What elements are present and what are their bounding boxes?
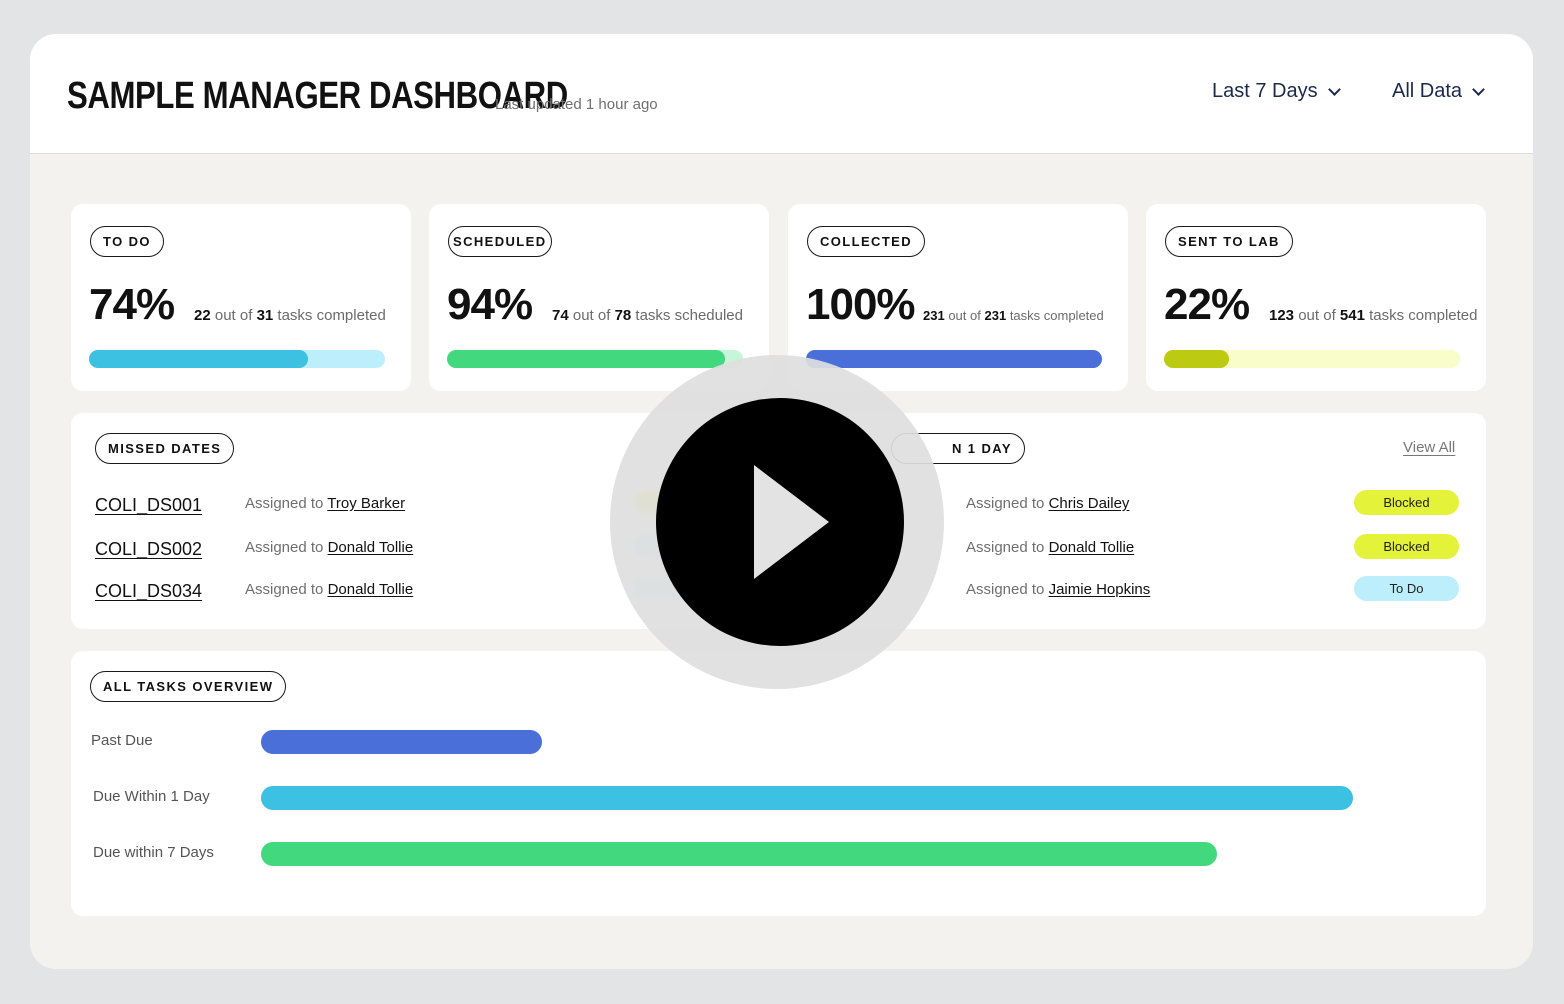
assignee-link[interactable]: Donald Tollie	[328, 539, 414, 556]
range-dropdown[interactable]: Last 7 Days	[1212, 80, 1341, 103]
page-title: SAMPLE MANAGER DASHBOARD	[67, 75, 568, 117]
assignee-link[interactable]: Chris Dailey	[1049, 495, 1130, 512]
stat-label: TO DO	[90, 226, 164, 257]
progress-track	[89, 350, 385, 368]
overview-bar-label: Due Within 1 Day	[93, 788, 210, 805]
stat-detail: 22 out of 31 tasks completed	[194, 307, 386, 324]
stat-card-sent-to-lab: SENT TO LAB 22% 123 out of 541 tasks com…	[1146, 204, 1486, 391]
assignee: Assigned to Donald Tollie	[966, 539, 1135, 556]
play-button[interactable]	[656, 398, 904, 646]
stat-detail: 74 out of 78 tasks scheduled	[552, 307, 743, 324]
stat-card-todo: TO DO 74% 22 out of 31 tasks completed	[71, 204, 411, 391]
stat-percent: 94%	[447, 280, 533, 329]
stat-percent: 100%	[806, 280, 916, 329]
assignee: Assigned to Donald Tollie	[245, 539, 414, 556]
assignee-link[interactable]: Troy Barker	[327, 495, 405, 512]
status-badge: Blocked	[1354, 534, 1459, 559]
stat-percent: 74%	[89, 280, 175, 329]
assignee: Assigned to Troy Barker	[245, 495, 406, 512]
stat-card-scheduled: SCHEDULED 94% 74 out of 78 tasks schedul…	[429, 204, 769, 391]
sample-link[interactable]: COLI_DS002	[95, 539, 202, 560]
overview-bar[interactable]	[261, 842, 1217, 866]
assignee: Assigned to Chris Dailey	[966, 495, 1130, 512]
assignee-link[interactable]: Donald Tollie	[328, 581, 414, 598]
range-dropdown-label: Last 7 Days	[1212, 80, 1318, 102]
view-all-link[interactable]: View All	[1403, 439, 1455, 456]
stat-percent: 22%	[1164, 280, 1250, 329]
overview-bar-label: Due within 7 Days	[93, 844, 214, 861]
overview-label: ALL TASKS OVERVIEW	[90, 671, 287, 702]
progress-fill	[89, 350, 309, 368]
tasks-overview-card: ALL TASKS OVERVIEW Past Due Due Within 1…	[71, 651, 1486, 916]
data-dropdown-label: All Data	[1392, 80, 1463, 102]
progress-track	[1164, 350, 1460, 368]
assignee: Assigned to Jaimie Hopkins	[966, 581, 1151, 598]
stat-detail: 231 out of 231 tasks completed	[923, 308, 1104, 323]
missed-dates-label: MISSED DATES	[95, 433, 235, 464]
data-dropdown[interactable]: All Data	[1392, 80, 1485, 103]
assignee-link[interactable]: Donald Tollie	[1049, 539, 1135, 556]
overview-bar[interactable]	[261, 786, 1353, 810]
status-badge: To Do	[1354, 576, 1459, 601]
assignee: Assigned to Donald Tollie	[245, 581, 414, 598]
stat-detail: 123 out of 541 tasks completed	[1269, 307, 1478, 324]
status-badge: Blocked	[1354, 490, 1459, 515]
stat-card-collected: COLLECTED 100% 231 out of 231 tasks comp…	[788, 204, 1128, 391]
sample-link[interactable]: COLI_DS001	[95, 495, 202, 516]
header: SAMPLE MANAGER DASHBOARD Last updated 1 …	[30, 34, 1533, 154]
stat-label: COLLECTED	[807, 226, 926, 257]
last-updated: Last updated 1 hour ago	[495, 96, 658, 113]
stat-label: SENT TO LAB	[1165, 226, 1293, 257]
overview-bar-label: Past Due	[91, 732, 153, 749]
sample-link[interactable]: COLI_DS034	[95, 581, 202, 602]
chevron-down-icon	[1327, 82, 1341, 96]
progress-fill	[806, 350, 1102, 368]
stat-label: SCHEDULED	[448, 226, 552, 257]
progress-fill	[1164, 350, 1230, 368]
progress-track	[447, 350, 743, 368]
assignee-link[interactable]: Jaimie Hopkins	[1049, 581, 1151, 598]
play-icon	[754, 465, 829, 579]
chevron-down-icon	[1472, 82, 1485, 96]
progress-track	[806, 350, 1102, 368]
overview-bar[interactable]	[261, 730, 542, 754]
progress-fill	[447, 350, 726, 368]
